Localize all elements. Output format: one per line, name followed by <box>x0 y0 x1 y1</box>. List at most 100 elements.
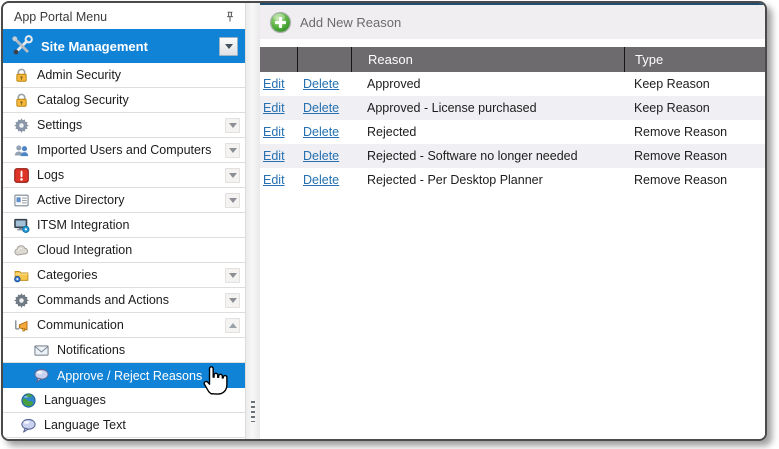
sidebar-item-site-management[interactable]: Site Management <box>3 29 245 63</box>
table-empty-area <box>260 192 765 439</box>
sidebar-item-commands-and-actions[interactable]: Commands and Actions <box>3 288 245 313</box>
add-new-reason-label: Add New Reason <box>300 15 401 30</box>
sidebar-splitter[interactable] <box>246 3 260 439</box>
reason-cell: Rejected - Per Desktop Planner <box>351 173 624 187</box>
sidebar-menu: App Portal Menu Site Management Admin Se… <box>3 3 246 439</box>
users-icon <box>13 142 30 159</box>
envelope-icon <box>33 342 50 359</box>
edit-link[interactable]: Edit <box>263 77 285 91</box>
table-header-delete-column <box>297 47 351 72</box>
sidebar-item-label: Communication <box>37 318 124 332</box>
sidebar-item-label: Catalog Security <box>37 93 129 107</box>
chevron-down-icon[interactable] <box>225 293 240 308</box>
sidebar-item-notifications[interactable]: Notifications <box>3 338 245 363</box>
edit-link[interactable]: Edit <box>263 101 285 115</box>
table-row: Edit Delete Rejected - Per Desktop Plann… <box>260 168 765 192</box>
monitor-gear-icon <box>13 217 30 234</box>
sidebar-item-communication[interactable]: Communication <box>3 313 245 338</box>
sidebar-item-categories[interactable]: Categories <box>3 263 245 288</box>
table-header-type: Type <box>624 47 765 72</box>
reasons-table: Reason Type Edit Delete Approved Keep Re… <box>260 47 765 439</box>
lock-icon <box>13 67 30 84</box>
sidebar-item-logs[interactable]: Logs <box>3 163 245 188</box>
type-cell: Keep Reason <box>624 101 765 115</box>
sidebar-item-language-text[interactable]: Language Text <box>3 413 245 438</box>
contact-card-icon <box>13 192 30 209</box>
globe-icon <box>20 392 37 409</box>
splitter-grip-icon[interactable] <box>251 401 255 422</box>
sidebar-item-admin-security[interactable]: Admin Security <box>3 63 245 88</box>
delete-link[interactable]: Delete <box>303 77 339 91</box>
table-header-edit-column <box>260 47 297 72</box>
chevron-down-icon[interactable] <box>225 118 240 133</box>
app-portal-window: App Portal Menu Site Management Admin Se… <box>1 1 767 441</box>
edit-link[interactable]: Edit <box>263 173 285 187</box>
edit-link[interactable]: Edit <box>263 149 285 163</box>
sidebar-item-approve-reject-reasons[interactable]: Approve / Reject Reasons <box>3 363 245 388</box>
delete-link[interactable]: Delete <box>303 149 339 163</box>
tools-icon <box>10 34 34 58</box>
chevron-down-icon[interactable] <box>225 168 240 183</box>
toolbar: Add New Reason <box>260 5 765 39</box>
sidebar-item-languages[interactable]: Languages <box>3 388 245 413</box>
chevron-down-icon[interactable] <box>225 143 240 158</box>
sidebar-item-label: Commands and Actions <box>37 293 169 307</box>
table-row: Edit Delete Rejected Remove Reason <box>260 120 765 144</box>
sidebar-item-label: Languages <box>44 393 106 407</box>
sidebar-header: App Portal Menu <box>3 3 245 29</box>
add-new-reason-button[interactable]: Add New Reason <box>269 11 401 34</box>
lock-icon <box>13 92 30 109</box>
sidebar-item-label: Settings <box>37 118 82 132</box>
edit-link[interactable]: Edit <box>263 125 285 139</box>
chevron-down-icon[interactable] <box>225 193 240 208</box>
sidebar-item-settings[interactable]: Settings <box>3 113 245 138</box>
delete-link[interactable]: Delete <box>303 101 339 115</box>
sidebar-item-label: Admin Security <box>37 68 121 82</box>
table-row: Edit Delete Rejected - Software no longe… <box>260 144 765 168</box>
sidebar-item-label: Categories <box>37 268 97 282</box>
reason-cell: Rejected <box>351 125 624 139</box>
error-log-icon <box>13 167 30 184</box>
reason-cell: Rejected - Software no longer needed <box>351 149 624 163</box>
speech-bubble-icon <box>20 417 37 434</box>
sidebar-item-cloud-integration[interactable]: Cloud Integration <box>3 238 245 263</box>
sidebar-item-label: Imported Users and Computers <box>37 143 211 157</box>
table-row: Edit Delete Approved Keep Reason <box>260 72 765 96</box>
table-header-reason: Reason <box>351 47 624 72</box>
table-header-row: Reason Type <box>260 47 765 72</box>
reason-cell: Approved <box>351 77 624 91</box>
megaphone-icon <box>13 317 30 334</box>
type-cell: Keep Reason <box>624 77 765 91</box>
pin-icon[interactable] <box>223 10 237 24</box>
chevron-down-icon[interactable] <box>219 37 238 56</box>
sidebar-item-label: Active Directory <box>37 193 125 207</box>
sidebar-item-itsm-integration[interactable]: ITSM Integration <box>3 213 245 238</box>
sidebar-item-imported-users-and-computers[interactable]: Imported Users and Computers <box>3 138 245 163</box>
delete-link[interactable]: Delete <box>303 173 339 187</box>
type-cell: Remove Reason <box>624 173 765 187</box>
sidebar-item-label: Cloud Integration <box>37 243 132 257</box>
sidebar-item-label: ITSM Integration <box>37 218 129 232</box>
sidebar-item-catalog-security[interactable]: Catalog Security <box>3 88 245 113</box>
cloud-icon <box>13 242 30 259</box>
sidebar-item-label: Language Text <box>44 418 126 432</box>
folder-gear-icon <box>13 267 30 284</box>
type-cell: Remove Reason <box>624 149 765 163</box>
gear-icon <box>13 117 30 134</box>
sidebar-item-label: Logs <box>37 168 64 182</box>
sidebar-title: App Portal Menu <box>14 10 223 24</box>
table-row: Edit Delete Approved - License purchased… <box>260 96 765 120</box>
sidebar-item-active-directory[interactable]: Active Directory <box>3 188 245 213</box>
speech-bubble-icon <box>33 367 50 384</box>
green-plus-icon <box>269 11 292 34</box>
type-cell: Remove Reason <box>624 125 765 139</box>
delete-link[interactable]: Delete <box>303 125 339 139</box>
sidebar-item-label: Approve / Reject Reasons <box>57 369 202 383</box>
main-content: Add New Reason Reason Type Edit Delete A… <box>260 3 765 439</box>
chevron-down-icon[interactable] <box>225 268 240 283</box>
sidebar-item-label: Site Management <box>41 39 148 54</box>
sidebar-item-label: Notifications <box>57 343 125 357</box>
chevron-up-icon[interactable] <box>225 318 240 333</box>
reason-cell: Approved - License purchased <box>351 101 624 115</box>
gear-icon <box>13 292 30 309</box>
